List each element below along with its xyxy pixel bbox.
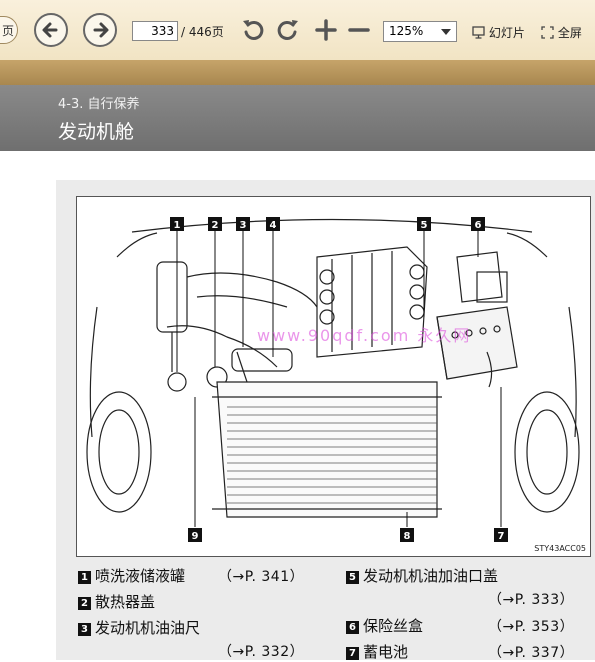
- legend-number: 6: [346, 621, 359, 634]
- section-header: 4-3. 自行保养 发动机舱: [0, 85, 595, 151]
- chevron-down-icon: [441, 29, 451, 35]
- slideshow-button[interactable]: 幻灯片: [472, 24, 525, 41]
- legend-item-fuse-box: 6 保险丝盒: [346, 615, 423, 636]
- legend-label: 蓄电池: [363, 643, 409, 661]
- callout-3: 3: [236, 217, 250, 231]
- toolbar-bottom-band: [0, 60, 595, 85]
- minus-icon: [348, 28, 370, 32]
- fullscreen-button[interactable]: 全屏: [541, 24, 582, 41]
- svg-text:5: 5: [421, 220, 428, 231]
- watermark-text: www.90qdf.com 永久网: [257, 326, 472, 345]
- legend-number: 1: [78, 571, 91, 584]
- zoom-select[interactable]: 125%: [383, 21, 457, 42]
- legend-label: 发动机机油加油口盖: [363, 567, 499, 585]
- legend-item-radiator-cap: 2 散热器盖: [78, 591, 155, 612]
- legend-number: 5: [346, 571, 359, 584]
- legend-label: 发动机机油油尺: [95, 619, 201, 637]
- figure-code: STY43ACC05: [534, 544, 586, 553]
- legend-label: 保险丝盒: [363, 617, 424, 635]
- plus-icon: [315, 19, 337, 41]
- previous-page-tab[interactable]: 页: [0, 16, 18, 44]
- rotate-right-button[interactable]: [273, 16, 301, 44]
- page-title: 发动机舱: [58, 121, 135, 143]
- legend-ref-fuse-box[interactable]: （→P. 353）: [488, 616, 574, 636]
- back-button[interactable]: [34, 13, 68, 47]
- legend-item-dipstick: 3 发动机机油油尺: [78, 617, 200, 638]
- fullscreen-label: 全屏: [557, 26, 582, 40]
- legend-number: 7: [346, 647, 359, 660]
- legend-number: 3: [78, 623, 91, 636]
- arrow-left-icon: [42, 22, 58, 38]
- svg-text:3: 3: [240, 220, 247, 231]
- slideshow-label: 幻灯片: [488, 26, 525, 40]
- callout-5: 5: [417, 217, 431, 231]
- svg-text:2: 2: [212, 220, 219, 231]
- rotate-left-button[interactable]: [240, 16, 268, 44]
- arrow-right-icon: [93, 22, 109, 38]
- rotate-ccw-icon: [243, 20, 264, 40]
- svg-text:6: 6: [475, 220, 482, 231]
- pdf-toolbar: 页 333 / 446页 125% 幻灯片 全屏: [0, 0, 595, 61]
- svg-text:1: 1: [174, 220, 181, 231]
- callout-8: 8: [400, 528, 414, 542]
- callout-4: 4: [266, 217, 280, 231]
- svg-text:7: 7: [498, 531, 505, 542]
- zoom-value: 125%: [389, 24, 424, 38]
- legend-ref-dipstick[interactable]: （→P. 332）: [218, 641, 304, 661]
- callout-7: 7: [494, 528, 508, 542]
- svg-text:9: 9: [192, 531, 199, 542]
- callout-1: 1: [170, 217, 184, 231]
- legend-ref-oil-filler-cap[interactable]: （→P. 333）: [488, 589, 574, 609]
- svg-text:4: 4: [270, 220, 277, 231]
- engine-illustration: 1 2 3 4 5 6 7 8 9: [86, 217, 580, 542]
- legend-ref-battery[interactable]: （→P. 337）: [488, 642, 574, 662]
- zoom-out-button[interactable]: [345, 16, 373, 44]
- engine-compartment-figure: 1 2 3 4 5 6 7 8 9 www.90qdf.com 永久网 STY4…: [76, 196, 591, 557]
- legend-number: 2: [78, 597, 91, 610]
- legend-item-oil-filler-cap: 5 发动机机油加油口盖: [346, 565, 498, 586]
- legend-ref-washer-fluid[interactable]: （→P. 341）: [218, 566, 304, 586]
- page-total: / 446页: [181, 25, 224, 39]
- zoom-in-button[interactable]: [312, 16, 340, 44]
- legend-item-battery: 7 蓄电池: [346, 641, 408, 662]
- svg-text:8: 8: [404, 531, 411, 542]
- legend-label: 喷洗液储液罐: [95, 567, 186, 585]
- fullscreen-icon: [541, 26, 554, 39]
- forward-button[interactable]: [83, 13, 117, 47]
- slideshow-icon: [472, 26, 485, 39]
- page-number-input[interactable]: 333: [132, 21, 178, 41]
- legend-label: 散热器盖: [95, 593, 156, 611]
- callout-2: 2: [208, 217, 222, 231]
- callout-9: 9: [188, 528, 202, 542]
- section-number: 4-3. 自行保养: [58, 97, 140, 112]
- callout-6: 6: [471, 217, 485, 231]
- rotate-cw-icon: [277, 20, 298, 40]
- legend-item-washer-fluid: 1 喷洗液储液罐: [78, 565, 185, 586]
